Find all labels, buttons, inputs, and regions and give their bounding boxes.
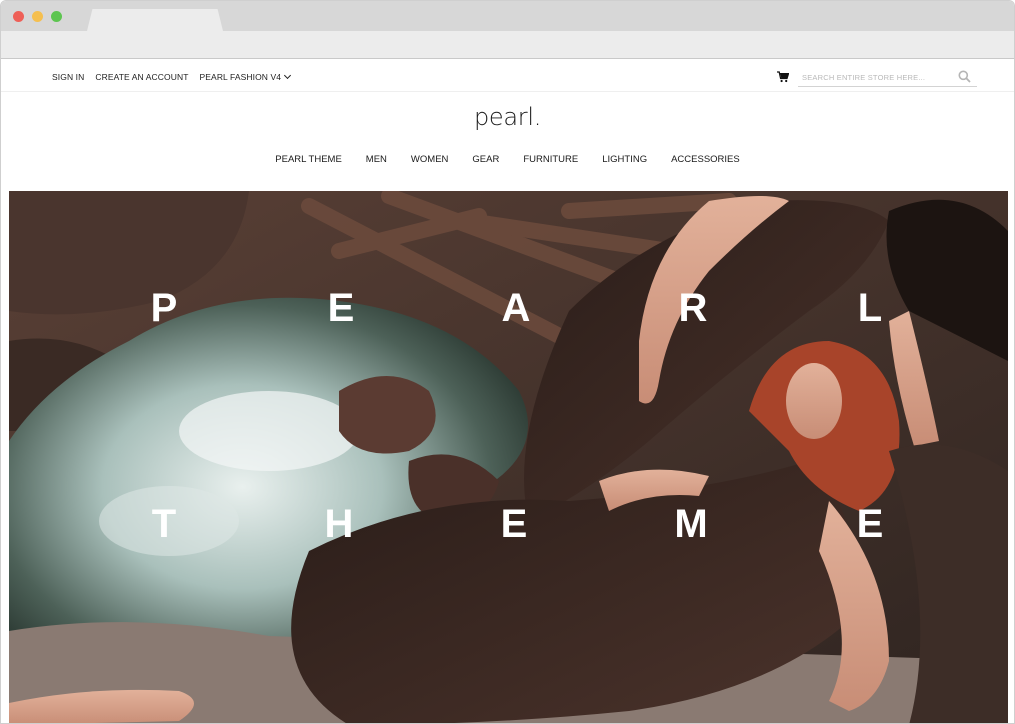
account-links: SIGN IN CREATE AN ACCOUNT PEARL FASHION … [52,71,301,82]
hero-letter-r: R [678,286,708,330]
hero-letter-e3: E [856,502,884,546]
create-account-link[interactable]: CREATE AN ACCOUNT [95,72,188,82]
nav-accessories[interactable]: ACCESSORIES [671,154,740,165]
chevron-down-icon [284,71,292,80]
nav-furniture[interactable]: FURNITURE [523,154,578,165]
main-navigation: PEARL THEME MEN WOMEN GEAR FURNITURE LIG… [1,154,1014,165]
top-bar: SIGN IN CREATE AN ACCOUNT PEARL FASHION … [1,59,1014,92]
hero-banner[interactable]: P E A R L T H E M E [9,191,1008,723]
nav-lighting[interactable]: LIGHTING [602,154,647,165]
minimize-window-button[interactable] [32,11,43,22]
nav-men[interactable]: MEN [366,154,387,165]
search-input[interactable] [798,68,953,87]
search-bar [798,67,977,87]
search-icon[interactable] [958,70,971,83]
nav-pearl-theme[interactable]: PEARL THEME [275,154,342,165]
cart-icon[interactable] [777,71,789,83]
hero-letter-e: E [327,286,355,330]
browser-titlebar [1,1,1014,31]
browser-tab[interactable] [87,9,223,31]
sign-in-link[interactable]: SIGN IN [52,72,84,82]
browser-window: SIGN IN CREATE AN ACCOUNT PEARL FASHION … [0,0,1015,724]
store-logo[interactable]: pearl. [1,103,1014,131]
hero-letter-h: H [324,502,354,546]
hero-image [9,191,1008,723]
nav-gear[interactable]: GEAR [472,154,499,165]
browser-toolbar [1,31,1014,59]
store-page: SIGN IN CREATE AN ACCOUNT PEARL FASHION … [1,59,1014,723]
maximize-window-button[interactable] [51,11,62,22]
store-switcher-label: PEARL FASHION V4 [199,72,282,82]
hero-letter-a: A [501,286,531,330]
hero-letter-e2: E [500,502,528,546]
hero-letter-l: L [857,286,883,330]
hero-letter-p: P [150,286,178,330]
hero-letter-m: M [674,502,708,546]
hero-letter-t: T [151,502,177,546]
store-switcher[interactable]: PEARL FASHION V4 [199,71,292,82]
nav-women[interactable]: WOMEN [411,154,448,165]
close-window-button[interactable] [13,11,24,22]
